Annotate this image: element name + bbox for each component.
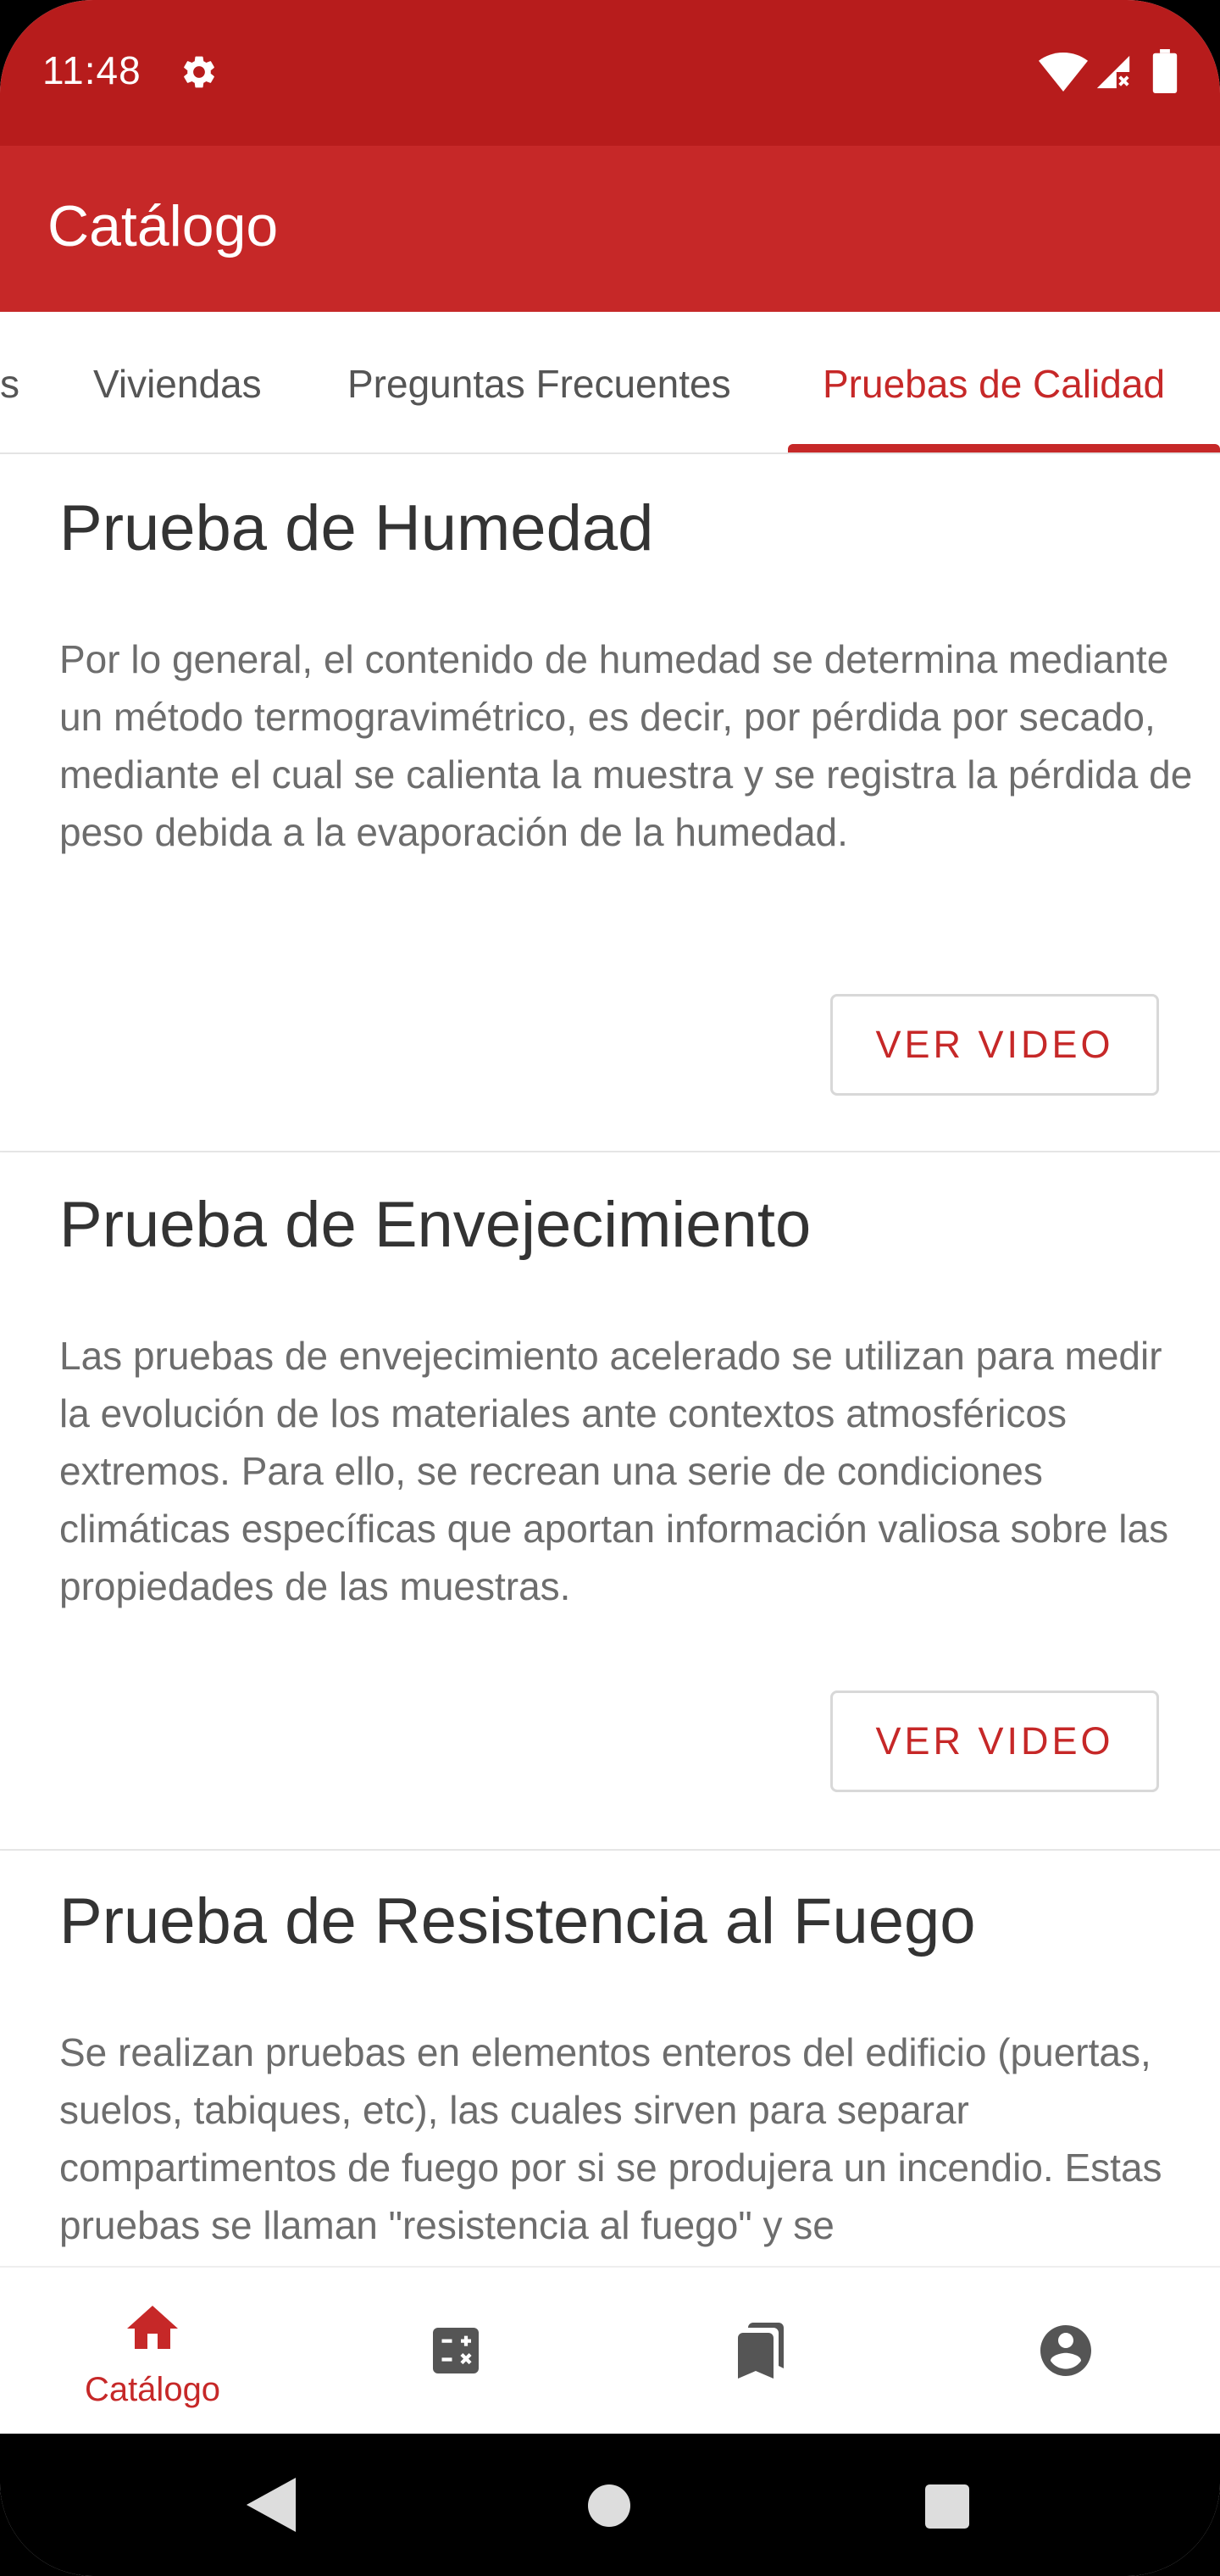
card-prueba-resistencia-fuego: Prueba de Resistencia al Fuego Se realiz… [0, 1851, 1220, 2266]
ver-video-button[interactable]: VER VIDEO [830, 994, 1159, 1096]
nav-item-calculator[interactable] [305, 2268, 610, 2435]
status-bar: 11:48 [0, 0, 1220, 146]
content-list[interactable]: Prueba de Humedad Por lo general, el con… [0, 454, 1220, 2266]
account-circle-icon [1040, 2325, 1091, 2376]
system-navigation-bar [0, 2434, 1220, 2576]
phone-screen: 11:48 Catálogo s Viviendas Preguntas Fre… [0, 0, 1220, 2576]
nav-item-catalogo[interactable]: Catálogo [0, 2268, 305, 2435]
nav-item-profile[interactable] [915, 2268, 1220, 2435]
bottom-navigation: Catálogo [0, 2266, 1220, 2435]
tab-partial-offscreen[interactable]: s [0, 361, 19, 407]
wifi-icon [1039, 53, 1088, 92]
settings-gear-icon [184, 56, 214, 88]
tab-selected-indicator [788, 444, 1220, 452]
card-title: Prueba de Resistencia al Fuego [59, 1885, 976, 1957]
card-prueba-envejecimiento: Prueba de Envejecimiento Las pruebas de … [0, 1152, 1220, 1851]
app-bar: Catálogo [0, 146, 1220, 312]
nav-item-bookmarks[interactable] [610, 2268, 915, 2435]
tab-viviendas[interactable]: Viviendas [93, 361, 262, 407]
cell-signal-icon [1096, 55, 1130, 89]
card-prueba-humedad: Prueba de Humedad Por lo general, el con… [0, 454, 1220, 1152]
ver-video-button[interactable]: VER VIDEO [830, 1690, 1159, 1792]
home-icon [127, 2306, 178, 2349]
bookmarks-icon [738, 2323, 784, 2379]
tab-preguntas-frecuentes[interactable]: Preguntas Frecuentes [347, 361, 731, 407]
battery-icon [1152, 49, 1178, 93]
status-time: 11:48 [42, 48, 141, 92]
recents-square-icon[interactable] [925, 2484, 969, 2529]
card-description: Se realizan pruebas en elementos enteros… [59, 2030, 1162, 2247]
calculator-icon [433, 2328, 479, 2373]
tab-pruebas-de-calidad[interactable]: Pruebas de Calidad [823, 361, 1165, 407]
back-icon[interactable] [246, 2478, 297, 2532]
card-title: Prueba de Envejecimiento [59, 1189, 812, 1261]
home-circle-icon[interactable] [588, 2484, 630, 2527]
card-description: Por lo general, el contenido de humedad … [59, 637, 1193, 854]
tab-bar: s Viviendas Preguntas Frecuentes Pruebas… [0, 312, 1220, 455]
nav-label: Catálogo [84, 2371, 221, 2408]
app-title: Catálogo [47, 194, 279, 258]
card-description: Las pruebas de envejecimiento acelerado … [59, 1334, 1169, 1608]
card-title: Prueba de Humedad [59, 492, 654, 564]
